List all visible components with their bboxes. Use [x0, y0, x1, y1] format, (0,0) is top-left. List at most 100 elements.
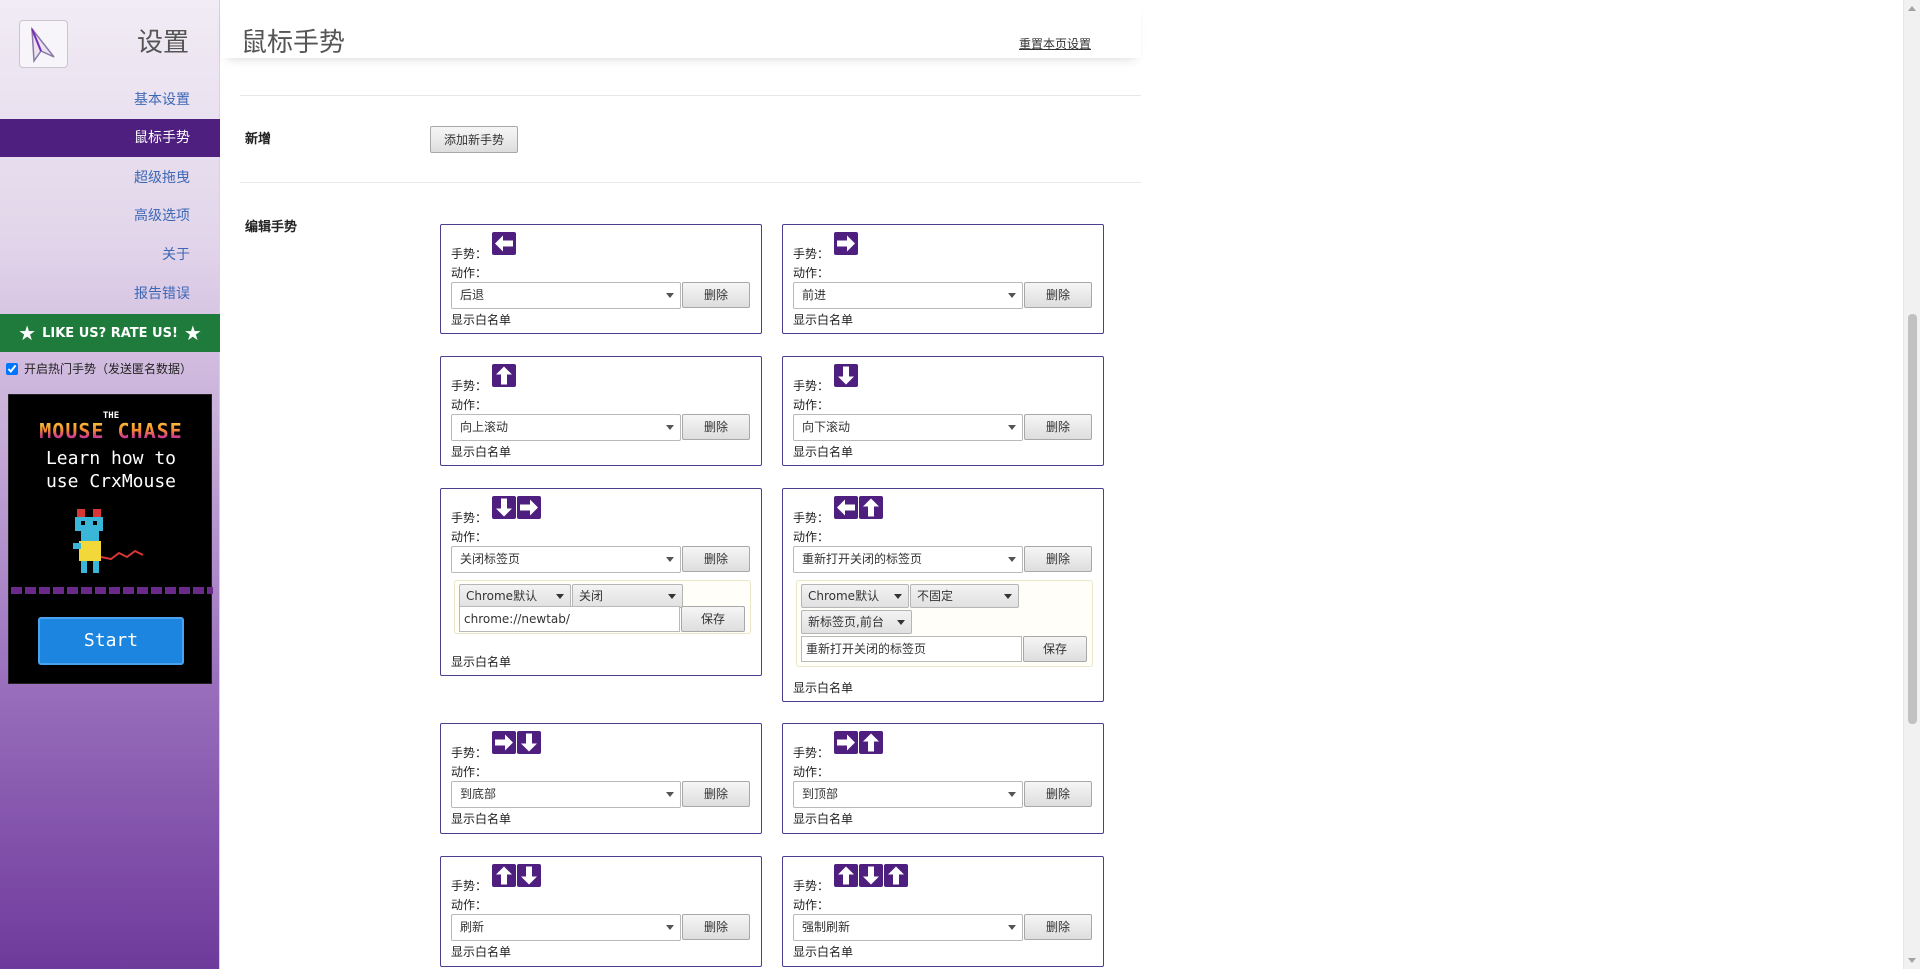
gesture-card: 手势： 动作： 向下滚动 删除 显示白名单 — [782, 356, 1104, 466]
gesture-arrows — [834, 496, 883, 519]
sidebar-item-basic-settings[interactable]: 基本设置 — [0, 81, 220, 119]
chevron-down-icon — [666, 293, 674, 298]
pixel-floor — [11, 587, 213, 594]
gesture-arrows — [492, 364, 516, 387]
chevron-down-icon — [1008, 925, 1016, 930]
sidebar-item-about[interactable]: 关于 — [0, 236, 220, 274]
option-select-1-value: Chrome默认 — [808, 589, 880, 603]
hot-gesture-checkbox[interactable] — [6, 362, 18, 375]
action-select[interactable]: 刷新 — [451, 914, 681, 941]
crxmouse-logo[interactable] — [19, 20, 68, 68]
action-select[interactable]: 到顶部 — [793, 781, 1023, 808]
show-whitelist-link[interactable]: 显示白名单 — [451, 943, 511, 960]
option-select-1[interactable]: Chrome默认 — [801, 584, 909, 608]
gesture-arrows — [492, 232, 516, 255]
action-label: 动作： — [793, 266, 830, 280]
arrow-right-icon — [834, 731, 858, 754]
show-whitelist-link[interactable]: 显示白名单 — [793, 311, 853, 328]
arrow-left-icon — [492, 232, 516, 255]
gesture-label: 手势： — [451, 379, 488, 393]
promo-text: Learn how to use CrxMouse — [9, 447, 213, 493]
action-select[interactable]: 到底部 — [451, 781, 681, 808]
gesture-card: 手势： 动作： 向上滚动 删除 显示白名单 — [440, 356, 762, 466]
sidebar-item-super-drag[interactable]: 超级拖曳 — [0, 159, 220, 197]
delete-button[interactable]: 删除 — [1024, 414, 1092, 440]
show-whitelist-link[interactable]: 显示白名单 — [451, 311, 511, 328]
action-select[interactable]: 关闭标签页 — [451, 546, 681, 573]
promo-line-2: use CrxMouse — [45, 471, 177, 492]
scroll-down-icon[interactable] — [1908, 958, 1916, 963]
action-label: 动作： — [451, 266, 488, 280]
show-whitelist-link[interactable]: 显示白名单 — [793, 679, 853, 696]
rate-us-button[interactable]: ★ LIKE US? RATE US! ★ — [0, 314, 220, 352]
show-whitelist-link[interactable]: 显示白名单 — [451, 653, 511, 670]
action-select[interactable]: 重新打开关闭的标签页 — [793, 546, 1023, 573]
save-button[interactable]: 保存 — [681, 606, 745, 632]
gesture-arrows — [834, 864, 908, 887]
delete-button[interactable]: 删除 — [682, 414, 750, 440]
page-scrollbar[interactable] — [1903, 0, 1920, 969]
gesture-label: 手势： — [793, 879, 830, 893]
option-select-2[interactable]: 关闭 — [572, 584, 683, 608]
arrow-down-icon — [517, 864, 541, 887]
show-whitelist-link[interactable]: 显示白名单 — [451, 443, 511, 460]
sidebar-title: 设置 — [136, 28, 189, 58]
show-whitelist-link[interactable]: 显示白名单 — [793, 943, 853, 960]
arrow-up-icon — [492, 364, 516, 387]
gesture-label: 手势： — [793, 746, 830, 760]
delete-button[interactable]: 删除 — [682, 282, 750, 308]
scroll-up-icon[interactable] — [1908, 6, 1916, 11]
chevron-down-icon — [668, 594, 676, 599]
chevron-down-icon — [1008, 293, 1016, 298]
delete-button[interactable]: 删除 — [682, 781, 750, 807]
arrow-down-icon — [492, 496, 516, 519]
action-label: 动作： — [451, 530, 488, 544]
delete-button[interactable]: 删除 — [1024, 546, 1092, 572]
action-label: 动作： — [451, 765, 488, 779]
save-button[interactable]: 保存 — [1023, 636, 1087, 662]
star-icon: ★ — [183, 321, 202, 345]
action-select-value: 到顶部 — [802, 787, 839, 801]
mouse-chase-promo[interactable]: THE MOUSE CHASE Learn how to use CrxMous… — [8, 394, 213, 684]
gesture-label: 手势： — [451, 247, 488, 261]
gesture-card: 手势： 动作： 前进 删除 显示白名单 — [782, 224, 1104, 334]
add-gesture-button[interactable]: 添加新手势 — [430, 126, 518, 153]
sidebar-item-report-bug[interactable]: 报告错误 — [0, 275, 220, 313]
reset-page-settings-link[interactable]: 重置本页设置 — [1019, 35, 1091, 52]
promo-start-button[interactable]: Start — [38, 617, 184, 665]
chevron-down-icon — [1004, 594, 1012, 599]
url-input[interactable]: chrome://newtab/ — [459, 606, 680, 632]
delete-button[interactable]: 删除 — [1024, 914, 1092, 940]
option-select-1[interactable]: Chrome默认 — [459, 584, 571, 608]
sidebar-item-advanced[interactable]: 高级选项 — [0, 197, 220, 235]
gesture-arrows — [492, 864, 541, 887]
action-select[interactable]: 向下滚动 — [793, 414, 1023, 441]
option-select-2[interactable]: 不固定 — [910, 584, 1019, 608]
chevron-down-icon — [666, 925, 674, 930]
action-select-value: 前进 — [802, 288, 827, 302]
pixel-mouse-icon — [73, 509, 144, 573]
gesture-card: 手势： 动作： 刷新 删除 显示白名单 — [440, 856, 762, 967]
option-select-3[interactable]: 新标签页,前台 — [801, 610, 912, 634]
action-select[interactable]: 强制刷新 — [793, 914, 1023, 941]
gesture-card: 手势： 动作： 到底部 删除 显示白名单 — [440, 723, 762, 834]
show-whitelist-link[interactable]: 显示白名单 — [451, 810, 511, 827]
show-whitelist-link[interactable]: 显示白名单 — [793, 810, 853, 827]
action-select-value: 重新打开关闭的标签页 — [802, 552, 923, 566]
scroll-thumb[interactable] — [1908, 314, 1917, 724]
gesture-card: 手势： 动作： 强制刷新 删除 显示白名单 — [782, 856, 1104, 967]
action-select[interactable]: 前进 — [793, 282, 1023, 309]
action-select[interactable]: 后退 — [451, 282, 681, 309]
show-whitelist-link[interactable]: 显示白名单 — [793, 443, 853, 460]
delete-button[interactable]: 删除 — [682, 546, 750, 572]
arrow-right-icon — [834, 232, 858, 255]
tab-title-input[interactable]: 重新打开关闭的标签页 — [801, 636, 1022, 662]
delete-button[interactable]: 删除 — [682, 914, 750, 940]
divider — [240, 182, 1141, 183]
chevron-down-icon — [894, 594, 902, 599]
arrow-right-icon — [517, 496, 541, 519]
delete-button[interactable]: 删除 — [1024, 282, 1092, 308]
delete-button[interactable]: 删除 — [1024, 781, 1092, 807]
sidebar-item-mouse-gestures[interactable]: 鼠标手势 — [0, 119, 220, 157]
action-select[interactable]: 向上滚动 — [451, 414, 681, 441]
